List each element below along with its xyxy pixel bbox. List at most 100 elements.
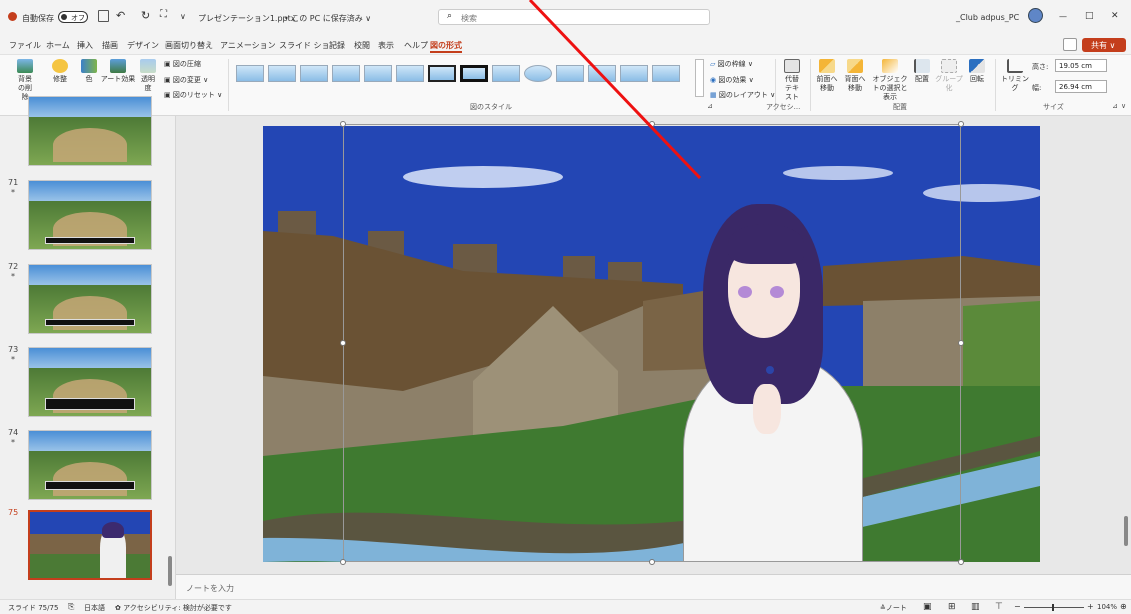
avatar[interactable] — [1028, 8, 1043, 23]
editor-scrollbar[interactable] — [1122, 116, 1131, 576]
styles-launcher-icon[interactable]: ⊿ — [707, 102, 713, 110]
notes-toggle[interactable]: ≙ノート — [880, 603, 907, 613]
scroll-thumb[interactable] — [168, 556, 172, 586]
qat-expand-icon[interactable]: ∨ — [180, 12, 186, 21]
zoom-slider-thumb[interactable] — [1052, 604, 1054, 611]
color-button[interactable]: 色 — [78, 59, 100, 84]
present-icon[interactable]: ⛶ — [160, 9, 167, 20]
style-2[interactable] — [268, 65, 296, 82]
resize-handle[interactable] — [649, 121, 655, 127]
selection-pane-button[interactable]: オブジェクトの選択と表示 — [870, 59, 910, 102]
bring-forward-button[interactable]: 前面へ移動 — [814, 59, 840, 93]
artistic-effects-button[interactable]: アート効果 — [100, 59, 136, 84]
redo-icon[interactable]: ↻ — [141, 9, 150, 22]
share-button[interactable]: 共有 ∨ — [1082, 38, 1126, 52]
language-indicator[interactable]: 日本語 — [84, 603, 105, 613]
corrections-button[interactable]: 修整 — [46, 59, 74, 84]
picture-border-button[interactable]: ▱ 図の枠線 ∨ — [710, 59, 753, 69]
thumbnail-row[interactable]: 72 * — [0, 262, 160, 342]
slide-thumbnail[interactable] — [28, 347, 152, 417]
style-7[interactable] — [428, 65, 456, 82]
slide-thumbnail[interactable] — [28, 430, 152, 500]
thumbnail-row[interactable]: 73 * — [0, 345, 160, 425]
picture-selection-frame[interactable] — [343, 124, 961, 562]
style-11[interactable] — [556, 65, 584, 82]
comment-button[interactable] — [1063, 38, 1077, 51]
style-13[interactable] — [620, 65, 648, 82]
save-icon[interactable] — [98, 10, 109, 22]
zoom-slider[interactable] — [1024, 604, 1084, 611]
rotate-button[interactable]: 回転 — [966, 59, 988, 84]
collapse-ribbon-icon[interactable]: ∨ — [1121, 102, 1126, 110]
style-8[interactable] — [460, 65, 488, 82]
alt-text-button[interactable]: 代替テキスト — [778, 59, 806, 102]
minimize-button[interactable]: — — [1059, 12, 1067, 21]
reading-view-icon[interactable]: ▥ — [971, 602, 980, 612]
slide-thumbnail-selected[interactable] — [28, 510, 152, 580]
align-button[interactable]: 配置 — [912, 59, 932, 84]
picture-layout-button[interactable]: ▦ 図のレイアウト ∨ — [710, 90, 775, 100]
undo-icon[interactable]: ↶ — [116, 9, 125, 22]
slideshow-view-icon[interactable]: ⊤ — [995, 602, 1003, 612]
resize-handle[interactable] — [340, 340, 346, 346]
search-box[interactable]: ⌕ 検索 — [438, 9, 710, 25]
slide-sorter-icon[interactable]: ⊞ — [948, 602, 956, 612]
zoom-in-icon[interactable]: + — [1087, 602, 1094, 611]
slide-thumbnail[interactable] — [28, 96, 152, 166]
change-picture-button[interactable]: ▣ 図の変更 ∨ — [164, 75, 208, 85]
scroll-thumb[interactable] — [1124, 516, 1128, 546]
tab-home[interactable]: ホーム — [46, 40, 70, 51]
compress-button[interactable]: ▣ 図の圧縮 — [164, 59, 201, 69]
tab-review[interactable]: 校閲 — [354, 40, 370, 51]
height-input[interactable]: 19.05 cm — [1055, 59, 1107, 72]
tab-file[interactable]: ファイル — [9, 40, 41, 51]
resize-handle[interactable] — [958, 559, 964, 565]
style-9[interactable] — [492, 65, 520, 82]
picture-effects-button[interactable]: ◉ 図の効果 ∨ — [710, 75, 754, 85]
resize-handle[interactable] — [649, 559, 655, 565]
slide-thumbnail[interactable] — [28, 180, 152, 250]
thumbnail-row[interactable]: 71 * — [0, 178, 160, 258]
resize-handle[interactable] — [340, 121, 346, 127]
slide-counter[interactable]: スライド 75/75 — [8, 603, 58, 613]
tab-transitions[interactable]: 画面切り替え — [165, 40, 213, 51]
style-1[interactable] — [236, 65, 264, 82]
accessibility-status[interactable]: ✿ アクセシビリティ: 検討が必要です — [115, 603, 232, 613]
thumbnail-row[interactable]: 75 — [0, 508, 160, 588]
tab-design[interactable]: デザイン — [127, 40, 159, 51]
style-6[interactable] — [396, 65, 424, 82]
picture-styles-gallery[interactable] — [236, 65, 696, 87]
tab-view[interactable]: 表示 — [378, 40, 394, 51]
tab-draw[interactable]: 描画 — [102, 40, 118, 51]
save-status[interactable]: • この PC に保存済み ∨ — [284, 13, 371, 24]
user-name[interactable]: _Club adpus_PC — [956, 13, 1019, 22]
autosave-toggle[interactable]: オフ — [58, 11, 88, 23]
reset-picture-button[interactable]: ▣ 図のリセット ∨ — [164, 90, 222, 100]
group-button[interactable]: グループ化 — [934, 59, 964, 93]
size-launcher-icon[interactable]: ⊿ — [1112, 102, 1118, 110]
spellcheck-icon[interactable]: ⎘ — [68, 602, 74, 612]
width-input[interactable]: 26.94 cm — [1055, 80, 1107, 93]
tab-help[interactable]: ヘルプ — [404, 40, 428, 51]
style-5[interactable] — [364, 65, 392, 82]
slide-thumbnail[interactable] — [28, 264, 152, 334]
style-10[interactable] — [524, 65, 552, 82]
zoom-level[interactable]: 104% — [1097, 603, 1117, 611]
style-12[interactable] — [588, 65, 616, 82]
style-4[interactable] — [332, 65, 360, 82]
tab-record[interactable]: 記録 — [329, 40, 345, 51]
fit-slide-icon[interactable]: ⊕ — [1120, 602, 1127, 611]
resize-handle[interactable] — [958, 121, 964, 127]
crop-button[interactable]: トリミング — [1000, 59, 1030, 93]
send-backward-button[interactable]: 背面へ移動 — [842, 59, 868, 93]
style-3[interactable] — [300, 65, 328, 82]
thumbnail-scrollbar[interactable] — [166, 116, 174, 599]
tab-animations[interactable]: アニメーション — [220, 40, 276, 51]
resize-handle[interactable] — [958, 340, 964, 346]
close-button[interactable]: ✕ — [1111, 11, 1119, 21]
style-14[interactable] — [652, 65, 680, 82]
tab-picture-format[interactable]: 図の形式 — [430, 40, 462, 53]
file-name[interactable]: プレゼンテーション1.pptx — [198, 13, 296, 24]
thumbnail-row[interactable]: 74 * — [0, 428, 160, 508]
gallery-scroll[interactable] — [695, 59, 704, 97]
